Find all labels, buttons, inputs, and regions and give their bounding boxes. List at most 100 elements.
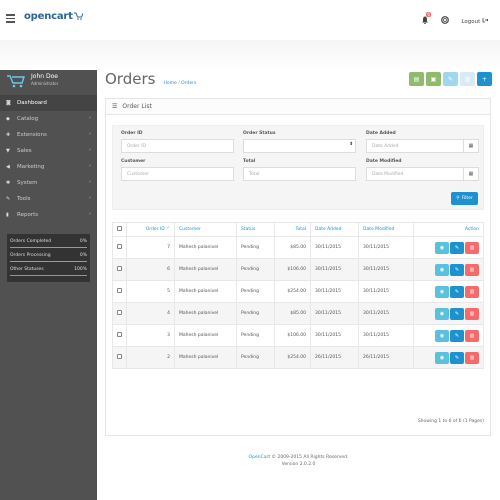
filter-form: Order ID Order ID Customer Customer Orde… — [112, 125, 484, 210]
wrench-icon: ✎ — [6, 196, 11, 202]
sidebar-item-marketing[interactable]: ◀ Marketing › — [0, 159, 97, 175]
notifications-button[interactable]: 6 — [421, 12, 431, 26]
select-all-checkbox[interactable] — [117, 226, 122, 231]
customer-header[interactable]: Customer — [174, 222, 237, 237]
edit-button[interactable]: ✎ — [443, 72, 458, 86]
status-cell: Pending — [236, 302, 275, 325]
action-header-label: Action — [464, 227, 479, 232]
footer-link[interactable]: OpenCart — [249, 455, 271, 460]
date-modified-label: Date Modified — [366, 159, 402, 164]
row-checkbox[interactable] — [117, 310, 122, 315]
footer-copyright: © 2009-2015 All Rights Reserved. — [271, 455, 349, 460]
delete-button[interactable]: ▥ — [460, 72, 475, 86]
delete-order-button[interactable]: ▥ — [465, 329, 479, 342]
date-added-cell: 26/11/2015 — [310, 346, 359, 369]
order-status-select[interactable]: ⬍ — [243, 139, 356, 153]
sidebar-item-tools[interactable]: ✎ Tools › — [0, 191, 97, 207]
avatar-cart-icon — [7, 75, 25, 88]
row-checkbox[interactable] — [117, 266, 122, 271]
view-button[interactable]: ◉ — [435, 263, 449, 276]
order-id-header[interactable]: Order ID ⌃ — [126, 222, 175, 237]
view-button[interactable]: ◉ — [435, 351, 449, 364]
order-id-label: Order ID — [121, 131, 143, 136]
breadcrumb-current[interactable]: Orders — [181, 81, 196, 86]
delete-order-button[interactable]: ▥ — [465, 263, 479, 276]
print-invoice-button[interactable]: ▤ — [409, 72, 424, 86]
delete-order-button[interactable]: ▥ — [465, 241, 479, 254]
edit-order-button[interactable]: ✎ — [450, 329, 464, 342]
logout-label: Logout — [461, 19, 481, 25]
total-cell: $85.00 — [274, 302, 311, 325]
stat-progress-fill — [10, 275, 87, 276]
search-icon: ⚲ — [456, 196, 460, 201]
row-checkbox[interactable] — [117, 332, 122, 337]
date-modified-input[interactable]: Date Modified ▦ — [366, 167, 479, 181]
date-modified-cell: 26/11/2015 — [358, 346, 414, 369]
total-header[interactable]: Total — [274, 222, 311, 237]
sidebar-item-catalog[interactable]: ◆ Catalog › — [0, 111, 97, 127]
cart-logo-icon — [73, 12, 83, 20]
page-title: Orders — [105, 70, 156, 88]
order-list-panel: ☰ Order List Order ID Order ID Customer … — [105, 98, 491, 436]
view-button[interactable]: ◉ — [435, 241, 449, 254]
calendar-icon[interactable]: ▦ — [463, 140, 478, 152]
calendar-icon[interactable]: ▦ — [463, 168, 478, 180]
row-select-cell — [112, 324, 127, 347]
opencart-logo[interactable]: opencart — [24, 8, 83, 24]
customer-cell: Mahesh palanivel — [174, 346, 237, 369]
sidebar-item-extensions[interactable]: ✚ Extensions › — [0, 127, 97, 143]
edit-order-button[interactable]: ✎ — [450, 351, 464, 364]
total-input[interactable]: Total — [243, 167, 356, 181]
date-added-input[interactable]: Date Added ▦ — [366, 139, 479, 153]
customer-cell: Mahesh palanivel — [174, 258, 237, 281]
table-row: 2 Mahesh palanivel Pending $254.00 26/11/201… — [112, 346, 484, 369]
add-button[interactable]: + — [477, 72, 492, 86]
order-id-cell: 2 — [126, 346, 175, 369]
trash-icon: ▥ — [469, 310, 475, 317]
date-added-header[interactable]: Date Added — [310, 222, 359, 237]
stat-orders-completed: Orders Completed 0% — [10, 237, 87, 251]
user-profile[interactable]: John Doe Administrator — [0, 70, 97, 95]
delete-order-button[interactable]: ▥ — [465, 351, 479, 364]
edit-order-button[interactable]: ✎ — [450, 307, 464, 320]
sidebar-item-sales[interactable]: ▼ Sales › — [0, 143, 97, 159]
sidebar-item-label: Sales — [17, 148, 32, 154]
chevron-right-icon: › — [89, 131, 91, 137]
row-checkbox[interactable] — [117, 244, 122, 249]
panel-heading: ☰ Order List — [106, 99, 490, 115]
help-button[interactable] — [441, 16, 450, 26]
sidebar-item-system[interactable]: ✱ System › — [0, 175, 97, 191]
breadcrumb-home[interactable]: Home — [163, 81, 176, 86]
view-button[interactable]: ◉ — [435, 285, 449, 298]
pencil-icon: ✎ — [454, 354, 460, 361]
view-button[interactable]: ◉ — [435, 329, 449, 342]
logout-link[interactable]: Logout — [461, 17, 489, 25]
customer-input[interactable]: Customer — [121, 167, 234, 181]
select-all-cell — [112, 222, 127, 237]
delete-order-button[interactable]: ▥ — [465, 307, 479, 320]
view-button[interactable]: ◉ — [435, 307, 449, 320]
row-checkbox[interactable] — [117, 354, 122, 359]
date-modified-header[interactable]: Date Modified — [358, 222, 414, 237]
date-added-header-label: Date Added — [315, 227, 342, 232]
status-header[interactable]: Status — [236, 222, 275, 237]
print-shipping-button[interactable]: ▣ — [426, 72, 441, 86]
filter-button[interactable]: ⚲ Filter — [451, 192, 478, 205]
edit-order-button[interactable]: ✎ — [450, 241, 464, 254]
delete-order-button[interactable]: ▥ — [465, 285, 479, 298]
eye-icon: ◉ — [439, 354, 445, 361]
edit-order-button[interactable]: ✎ — [450, 285, 464, 298]
customer-cell: Mahesh palanivel — [174, 280, 237, 303]
print-icon: ▤ — [413, 75, 420, 83]
customer-cell: Mahesh palanivel — [174, 236, 237, 259]
edit-order-button[interactable]: ✎ — [450, 263, 464, 276]
total-label: Total — [243, 159, 256, 164]
date-added-cell: 30/11/2015 — [310, 324, 359, 347]
list-icon: ☰ — [112, 103, 118, 110]
sidebar-item-dashboard[interactable]: ◙ Dashboard — [0, 95, 97, 111]
menu-toggle-icon[interactable] — [6, 14, 15, 23]
sidebar-item-reports[interactable]: ▮ Reports › — [0, 207, 97, 223]
order-id-input[interactable]: Order ID — [121, 139, 234, 153]
stat-label: Other Statuses — [10, 267, 44, 272]
row-checkbox[interactable] — [117, 288, 122, 293]
